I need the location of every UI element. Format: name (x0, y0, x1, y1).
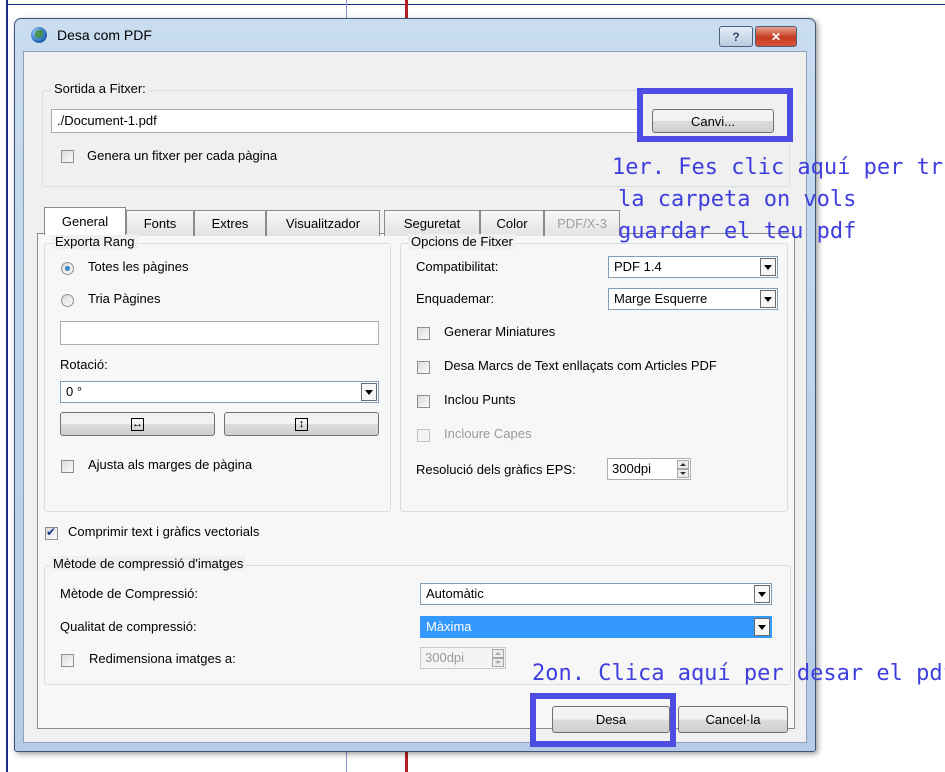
rotation-label: Rotació: (60, 357, 108, 372)
save-button-highlight (530, 693, 676, 747)
compatibility-value: PDF 1.4 (614, 259, 662, 274)
tab-pdfx3[interactable]: PDF/X-3 (544, 210, 620, 236)
step1-annotation-line1: 1er. Fes clic aquí per triar (612, 155, 945, 180)
compress-vectors-checkbox[interactable] (45, 525, 58, 540)
resize-images-value: 300dpi (425, 650, 465, 665)
per-page-file-checkbox[interactable] (61, 150, 74, 163)
binding-select[interactable]: Marge Esquerre (608, 288, 778, 310)
image-compression-label: Mètode de compressió d'imatges (50, 556, 247, 571)
chevron-down-icon[interactable] (361, 383, 377, 401)
all-pages-label: Totes les pàgines (88, 259, 189, 274)
window-title: Desa com PDF (57, 27, 152, 43)
per-page-file-label: Genera un fitxer per cada pàgina (87, 148, 278, 163)
text-frames-label: Desa Marcs de Text enllaçats com Article… (444, 358, 717, 373)
close-button[interactable]: ✕ (755, 26, 797, 47)
spin-arrows-icon[interactable] (677, 460, 689, 478)
tab-visualitzador[interactable]: Visualitzador (266, 210, 380, 236)
export-range-label: Exporta Rang (52, 234, 138, 249)
choose-pages-radio[interactable] (61, 294, 74, 307)
compression-method-select[interactable]: Automàtic (420, 583, 772, 605)
choose-pages-label: Tria Pàgines (88, 291, 161, 306)
text-frames-checkbox[interactable] (417, 361, 430, 374)
all-pages-radio[interactable] (61, 262, 74, 275)
step1-annotation-line3: guardar el teu pdf (618, 219, 857, 244)
thumbnails-label: Generar Miniatures (444, 324, 556, 339)
rotation-value: 0 ° (66, 384, 83, 399)
compression-quality-select[interactable]: Màxima (420, 616, 772, 638)
resize-images-label: Redimensiona imatges a: (89, 651, 236, 666)
compression-method-value: Automàtic (426, 586, 484, 601)
chevron-down-icon[interactable] (760, 290, 776, 308)
title-bar[interactable]: Desa com PDF ? ✕ (15, 19, 815, 51)
compression-quality-value: Màxima (426, 619, 472, 634)
file-path-input[interactable]: ./Document-1.pdf (51, 109, 642, 133)
background-frame-top (6, 4, 945, 5)
cancel-button[interactable]: Cancel·la (678, 706, 788, 733)
fit-margins-checkbox[interactable] (61, 460, 74, 473)
resize-images-checkbox[interactable] (61, 654, 74, 667)
step2-annotation: 2on. Clica aquí per desar el pdf (532, 661, 945, 686)
eps-resolution-value: 300dpi (612, 461, 652, 476)
tab-color[interactable]: Color (480, 210, 544, 236)
eps-resolution-label: Resolució dels gràfics EPS: (416, 462, 576, 477)
tab-extres[interactable]: Extres (194, 210, 266, 236)
spin-arrows-icon[interactable] (492, 649, 504, 667)
output-group-label: Sortida a Fitxer: (51, 81, 149, 96)
layers-checkbox[interactable] (417, 429, 430, 442)
eps-resolution-spinbox[interactable]: 300dpi (607, 458, 691, 480)
pages-input[interactable] (60, 321, 379, 345)
rotation-select[interactable]: 0 ° (60, 381, 379, 403)
compatibility-select[interactable]: PDF 1.4 (608, 256, 778, 278)
change-button-highlight (637, 88, 793, 142)
fit-margins-label: Ajusta als marges de pàgina (88, 457, 253, 472)
compress-vectors-label: Comprimir text i gràfics vectorials (68, 524, 260, 539)
tab-fonts[interactable]: Fonts (126, 210, 194, 236)
step1-annotation-line2: la carpeta on vols (618, 187, 857, 212)
flip-vertical-button[interactable]: ↕ (224, 412, 379, 436)
bookmarks-label: Inclou Punts (444, 392, 516, 407)
chevron-down-icon[interactable] (760, 258, 776, 276)
bookmarks-checkbox[interactable] (417, 395, 430, 408)
app-globe-icon (31, 27, 47, 43)
compatibility-label: Compatibilitat: (416, 259, 499, 274)
compression-method-label: Mètode de Compressió: (60, 586, 199, 601)
tab-seguretat[interactable]: Seguretat (384, 210, 480, 236)
flip-vertical-icon: ↕ (295, 417, 308, 431)
chevron-down-icon[interactable] (754, 585, 770, 603)
layers-label: Incloure Capes (444, 426, 532, 441)
binding-label: Enquademar: (416, 291, 495, 306)
tab-general[interactable]: General (44, 207, 126, 235)
binding-value: Marge Esquerre (614, 291, 708, 306)
help-button[interactable]: ? (719, 26, 753, 47)
flip-horizontal-icon: ↔ (131, 417, 144, 431)
file-options-label: Opcions de Fitxer (408, 234, 516, 249)
background-frame-left (6, 0, 8, 772)
flip-horizontal-button[interactable]: ↔ (60, 412, 215, 436)
thumbnails-checkbox[interactable] (417, 327, 430, 340)
compression-quality-label: Qualitat de compressió: (60, 619, 197, 634)
chevron-down-icon[interactable] (754, 618, 770, 636)
resize-images-spinbox[interactable]: 300dpi (420, 647, 506, 669)
